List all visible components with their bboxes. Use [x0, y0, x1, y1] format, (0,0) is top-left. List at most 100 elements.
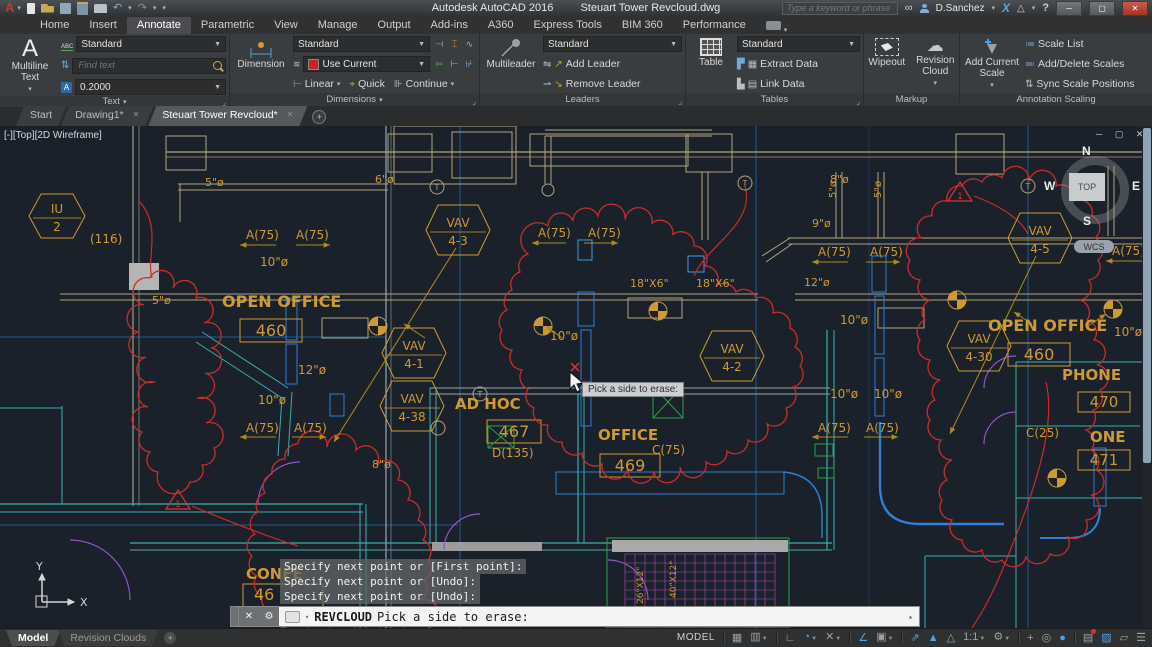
ribbon-tab-performance[interactable]: Performance: [673, 17, 756, 34]
dynamic-input-icon[interactable]: ⇗: [910, 631, 919, 645]
dim-reassociate-icon[interactable]: ⊢: [448, 58, 461, 71]
link-data-button[interactable]: ▤ Link Data: [748, 78, 805, 90]
performance-monitor-icon[interactable]: ▤: [1083, 631, 1093, 645]
viewcube-north[interactable]: N: [1082, 144, 1091, 158]
dialog-launcher-icon[interactable]: ⌟: [678, 97, 682, 106]
search-icon[interactable]: [213, 61, 222, 70]
command-expand-icon[interactable]: ▴: [908, 612, 913, 621]
viewcube-top-face[interactable]: TOP: [1069, 173, 1105, 201]
save-as-icon[interactable]: [77, 2, 88, 15]
ribbon-tab-view[interactable]: View: [264, 17, 308, 34]
dimensions-panel-title[interactable]: Dimensions ▾ ⌟: [230, 93, 479, 106]
text-style-dropdown[interactable]: Standard ▼: [76, 36, 226, 52]
clean-screen-icon[interactable]: ▱: [1120, 631, 1128, 645]
table-button[interactable]: Table: [689, 36, 733, 92]
table-style-dropdown[interactable]: Standard ▼: [737, 36, 860, 52]
command-close-icon[interactable]: ✕: [239, 607, 259, 626]
ribbon-tab-insert[interactable]: Insert: [79, 17, 127, 34]
autocad-logo-icon[interactable]: A: [0, 1, 17, 15]
find-text-field[interactable]: [72, 58, 226, 74]
ribbon-tab-home[interactable]: Home: [30, 17, 79, 34]
snap-mode-icon[interactable]: ▥▼: [750, 630, 767, 646]
file-tab-start[interactable]: Start: [16, 106, 66, 126]
viewport-controls-label[interactable]: [-][Top][2D Wireframe]: [4, 130, 102, 141]
leader-align-icon[interactable]: ⇀: [543, 79, 551, 90]
markup-panel-title[interactable]: Markup: [864, 93, 959, 106]
file-tab-steuart-tower-revcloud-[interactable]: Steuart Tower Revcloud*✕: [148, 106, 307, 126]
dim-style-dropdown[interactable]: Standard ▼: [293, 36, 430, 52]
layout-tab-model[interactable]: Model: [6, 630, 60, 646]
extract-data-button[interactable]: ▦ Extract Data: [748, 58, 818, 70]
save-icon[interactable]: [60, 3, 71, 14]
multileader-button[interactable]: Multileader: [483, 36, 539, 92]
tables-panel-title[interactable]: Tables ⌟: [686, 93, 863, 106]
remove-leader-button[interactable]: ↘ Remove Leader: [554, 78, 640, 90]
restore-button[interactable]: ▢: [1089, 1, 1115, 16]
a360-caret-icon[interactable]: ▾: [1032, 4, 1036, 12]
drawing-canvas[interactable]: 11TTTTIU2VAV4-3VAV4-1VAV4-38VAV4-2VAV4-3…: [0, 126, 1152, 628]
table-download-icon[interactable]: ▙: [737, 79, 745, 90]
viewcube[interactable]: TOP N S W E: [1052, 147, 1138, 233]
ribbon-tab-parametric[interactable]: Parametric: [191, 17, 264, 34]
dim-layer-dropdown[interactable]: Use Current ▼: [303, 56, 430, 72]
vertical-scrollbar[interactable]: [1142, 126, 1152, 628]
plot-icon[interactable]: [94, 4, 107, 13]
new-drawing-tab-button[interactable]: +: [312, 110, 326, 124]
record-icon[interactable]: [766, 21, 781, 30]
search-input[interactable]: [782, 2, 898, 15]
ribbon-tab-annotate[interactable]: Annotate: [127, 17, 191, 34]
ortho-mode-icon[interactable]: ∟: [785, 631, 796, 645]
revision-cloud-button[interactable]: ☁ Revision Cloud ▾: [915, 36, 956, 92]
undo-icon[interactable]: ↶: [113, 3, 122, 13]
polar-tracking-icon[interactable]: ◔▼: [803, 630, 817, 646]
ribbon-tab-add-ins[interactable]: Add-ins: [421, 17, 478, 34]
table-cell-icon[interactable]: ▛: [737, 59, 745, 70]
wcs-badge[interactable]: WCS: [1074, 240, 1114, 253]
dim-update-icon[interactable]: ⊨: [433, 58, 446, 71]
user-name[interactable]: D.Sanchez: [936, 3, 985, 14]
object-snap-icon[interactable]: ▣▼: [876, 630, 893, 646]
viewcube-west[interactable]: W: [1044, 179, 1055, 193]
ribbon-tab-output[interactable]: Output: [368, 17, 421, 34]
annotation-scale-value[interactable]: 1:1▼: [963, 630, 985, 646]
add-current-scale-button[interactable]: Add Current Scale ▾: [963, 36, 1021, 92]
quick-dimension-button[interactable]: ⌖ Quick: [349, 78, 384, 90]
model-space-label[interactable]: MODEL: [677, 631, 715, 645]
help-icon[interactable]: ?: [1042, 2, 1049, 14]
close-button[interactable]: ✕: [1122, 1, 1148, 16]
new-layout-button[interactable]: +: [164, 632, 176, 644]
open-file-icon[interactable]: [41, 4, 54, 13]
hardware-acceleration-icon[interactable]: ●: [1059, 631, 1066, 645]
annotation-scaling-panel-title[interactable]: Annotation Scaling: [960, 93, 1152, 106]
undo-caret-icon[interactable]: ▾: [128, 4, 132, 12]
ribbon-tab-express-tools[interactable]: Express Tools: [524, 17, 612, 34]
tab-close-icon[interactable]: ✕: [287, 110, 294, 119]
isolate-objects-icon[interactable]: ◎: [1042, 631, 1052, 645]
isometric-drafting-icon[interactable]: ✕▼: [825, 630, 841, 646]
logo-caret-icon[interactable]: ▾: [17, 4, 21, 12]
dim-adjust-icon[interactable]: ⌶: [448, 38, 461, 51]
command-customize-icon[interactable]: ⚙: [259, 607, 279, 626]
dim-jog-icon[interactable]: ∿: [463, 38, 476, 51]
layout-tab-revision-clouds[interactable]: Revision Clouds: [58, 630, 158, 646]
file-tab-drawing1-[interactable]: Drawing1*✕: [61, 106, 153, 126]
annotation-visibility-icon[interactable]: ▲: [928, 631, 939, 645]
scale-list-button[interactable]: ≔ Scale List: [1025, 36, 1149, 52]
multileader-style-dropdown[interactable]: Standard ▼: [543, 36, 682, 52]
wipeout-button[interactable]: Wipeout: [867, 36, 907, 92]
leader-collect-icon[interactable]: ⇋: [543, 59, 551, 70]
command-input-field[interactable]: ▾ REVCLOUD Pick a side to erase: ▴: [279, 607, 919, 626]
dialog-launcher-icon[interactable]: ⌟: [472, 97, 476, 106]
object-snap-tracking-icon[interactable]: ∠: [858, 631, 868, 645]
tab-close-icon[interactable]: ✕: [133, 110, 140, 119]
search-binoculars-icon[interactable]: ∞: [905, 2, 913, 14]
add-delete-scales-button[interactable]: ≕ Add/Delete Scales: [1025, 56, 1149, 72]
dim-override-icon[interactable]: ⊬: [463, 58, 476, 71]
customization-icon[interactable]: ☰: [1136, 631, 1146, 645]
dialog-launcher-icon[interactable]: ⌟: [222, 98, 226, 107]
minimize-button[interactable]: ─: [1056, 1, 1082, 16]
viewcube-south[interactable]: S: [1083, 214, 1091, 228]
annotation-autoscale-icon[interactable]: △: [947, 631, 955, 645]
grid-display-icon[interactable]: ▦: [732, 631, 742, 645]
redo-caret-icon[interactable]: ▾: [153, 4, 157, 12]
